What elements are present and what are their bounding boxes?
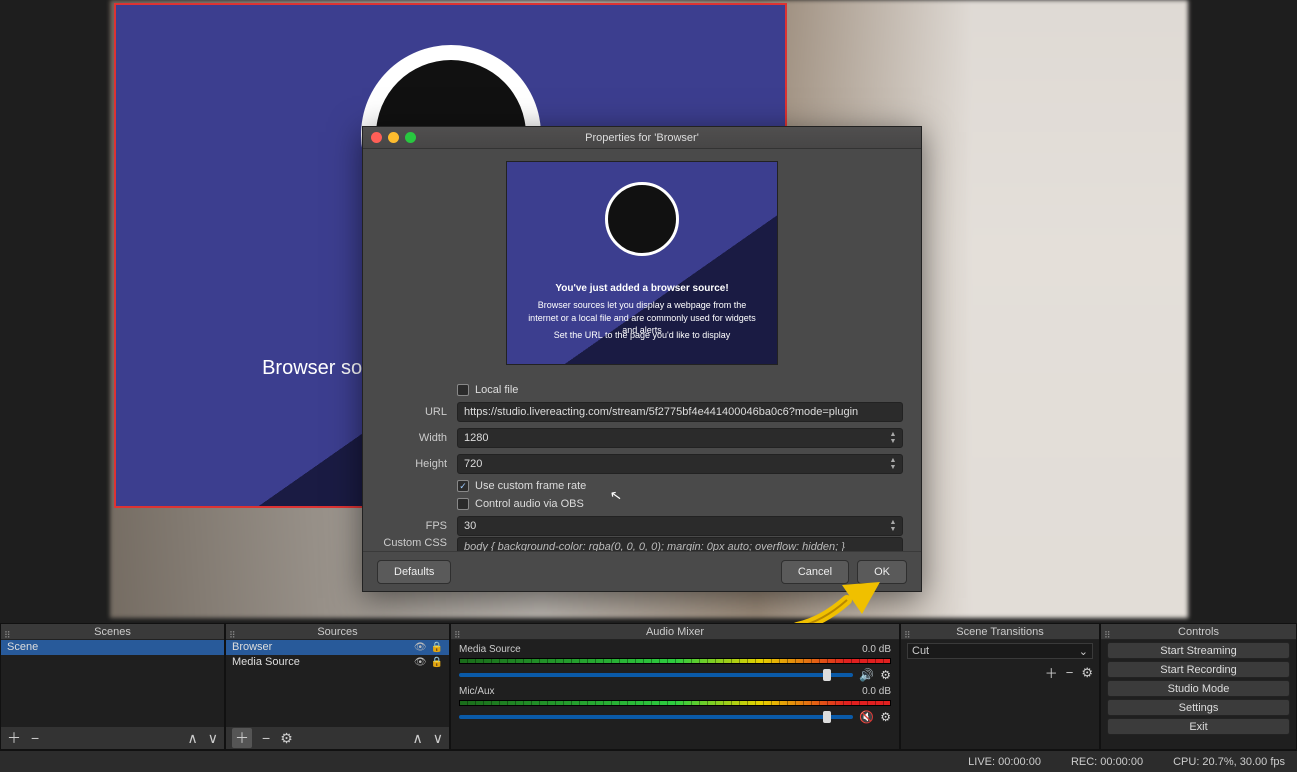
width-field[interactable]: 1280 ▲▼ — [457, 428, 903, 448]
audio-mixer-dock: ⠿Audio Mixer Media Source0.0 dB 🔊 ⚙ Mic/… — [450, 623, 900, 750]
minimize-icon[interactable] — [388, 132, 399, 143]
sources-title: Sources — [317, 626, 357, 638]
controls-title: Controls — [1178, 626, 1219, 638]
dialog-form: Local file URL https://studio.livereacti… — [363, 375, 921, 551]
obs-logo-icon — [605, 182, 679, 256]
source-item-media[interactable]: Media Source 👁🔒 — [226, 655, 449, 670]
source-down-button[interactable]: ∨ — [433, 730, 443, 747]
mixer-meter — [459, 700, 891, 706]
source-item-browser[interactable]: Browser 👁🔒 — [226, 640, 449, 655]
defaults-button[interactable]: Defaults — [377, 560, 451, 584]
dialog-footer: Defaults Cancel OK — [363, 551, 921, 591]
control-audio-checkbox[interactable] — [457, 498, 469, 510]
preview-hint: Set the URL to the page you'd like to di… — [507, 329, 777, 342]
fps-stepper[interactable]: ▲▼ — [886, 517, 900, 535]
lock-icon[interactable]: 🔒 — [431, 640, 443, 655]
ok-button[interactable]: OK — [857, 560, 907, 584]
fps-label: FPS — [381, 520, 457, 532]
scenes-dock: ⠿Scenes Scene ＋ − ∧ ∨ — [0, 623, 225, 750]
width-stepper[interactable]: ▲▼ — [886, 429, 900, 447]
eye-icon[interactable]: 👁 — [414, 655, 427, 670]
mute-icon[interactable]: 🔇 — [859, 710, 874, 724]
dialog-preview-area: You've just added a browser source! Brow… — [363, 149, 921, 375]
custom-framerate-checkbox[interactable] — [457, 480, 469, 492]
volume-slider[interactable] — [459, 715, 853, 719]
status-rec: REC: 00:00:00 — [1071, 756, 1143, 768]
fps-field[interactable]: 30 ▲▼ — [457, 516, 903, 536]
remove-scene-button[interactable]: − — [31, 730, 39, 746]
transitions-title: Scene Transitions — [956, 626, 1043, 638]
control-audio-label: Control audio via OBS — [475, 498, 584, 510]
mixer-title: Audio Mixer — [646, 626, 704, 638]
mixer-track-mic: Mic/Aux 0.0 dB 🔇 ⚙ — [451, 682, 899, 724]
lock-icon[interactable]: 🔒 — [431, 655, 443, 670]
scene-down-button[interactable]: ∨ — [208, 730, 218, 747]
transition-select[interactable]: Cut ⌄ — [907, 643, 1093, 659]
custom-framerate-label: Use custom frame rate — [475, 480, 586, 492]
preview-headline: You've just added a browser source! — [507, 282, 777, 296]
dialog-title: Properties for 'Browser' — [363, 132, 921, 144]
remove-source-button[interactable]: − — [262, 730, 270, 746]
eye-icon[interactable]: 👁 — [414, 640, 427, 655]
scene-item[interactable]: Scene — [1, 640, 224, 655]
controls-dock: ⠿Controls Start Streaming Start Recordin… — [1100, 623, 1297, 750]
status-cpu: CPU: 20.7%, 30.00 fps — [1173, 756, 1285, 768]
height-stepper[interactable]: ▲▼ — [886, 455, 900, 473]
height-label: Height — [381, 458, 457, 470]
url-field[interactable]: https://studio.livereacting.com/stream/5… — [457, 402, 903, 422]
url-label: URL — [381, 406, 457, 418]
close-icon[interactable] — [371, 132, 382, 143]
cancel-button[interactable]: Cancel — [781, 560, 849, 584]
scenes-title: Scenes — [94, 626, 131, 638]
track-settings-button[interactable]: ⚙ — [880, 668, 891, 682]
dialog-titlebar[interactable]: Properties for 'Browser' — [363, 127, 921, 149]
browser-source-preview: You've just added a browser source! Brow… — [506, 161, 778, 365]
add-source-button[interactable]: ＋ — [232, 728, 252, 748]
mixer-track-level: 0.0 dB — [862, 644, 891, 655]
status-bar: LIVE: 00:00:00 REC: 00:00:00 CPU: 20.7%,… — [0, 750, 1297, 772]
exit-button[interactable]: Exit — [1107, 718, 1290, 735]
mixer-meter — [459, 658, 891, 664]
mixer-track-name: Media Source — [459, 644, 521, 655]
chevron-down-icon: ⌄ — [1079, 645, 1088, 658]
browser-properties-dialog: Properties for 'Browser' You've just add… — [362, 126, 922, 592]
scenes-toolbar: ＋ − ∧ ∨ — [1, 727, 224, 749]
sources-toolbar: ＋ − ⚙ ∧ ∨ — [226, 727, 449, 749]
settings-button[interactable]: Settings — [1107, 699, 1290, 716]
scene-up-button[interactable]: ∧ — [188, 730, 198, 747]
source-settings-button[interactable]: ⚙ — [280, 730, 293, 747]
remove-transition-button[interactable]: − — [1066, 665, 1074, 680]
transitions-dock: ⠿Scene Transitions Cut ⌄ ＋ − ⚙ — [900, 623, 1100, 750]
mixer-track-media: Media Source 0.0 dB 🔊 ⚙ — [451, 640, 899, 682]
mixer-track-level: 0.0 dB — [862, 686, 891, 697]
sources-dock: ⠿Sources Browser 👁🔒 Media Source 👁🔒 ＋ − … — [225, 623, 450, 750]
zoom-icon[interactable] — [405, 132, 416, 143]
custom-css-field[interactable]: body { background-color: rgba(0, 0, 0, 0… — [457, 537, 903, 551]
add-transition-button[interactable]: ＋ — [1045, 663, 1058, 682]
source-up-button[interactable]: ∧ — [413, 730, 423, 747]
local-file-label: Local file — [475, 384, 518, 396]
track-settings-button[interactable]: ⚙ — [880, 710, 891, 724]
start-recording-button[interactable]: Start Recording — [1107, 661, 1290, 678]
custom-css-label: Custom CSS — [381, 537, 457, 549]
start-streaming-button[interactable]: Start Streaming — [1107, 642, 1290, 659]
speaker-icon[interactable]: 🔊 — [859, 668, 874, 682]
volume-slider[interactable] — [459, 673, 853, 677]
studio-mode-button[interactable]: Studio Mode — [1107, 680, 1290, 697]
dock-row: ⠿Scenes Scene ＋ − ∧ ∨ ⠿Sources Browser 👁… — [0, 623, 1297, 750]
status-live: LIVE: 00:00:00 — [968, 756, 1041, 768]
transition-settings-button[interactable]: ⚙ — [1081, 665, 1093, 681]
add-scene-button[interactable]: ＋ — [7, 728, 21, 748]
height-field[interactable]: 720 ▲▼ — [457, 454, 903, 474]
local-file-checkbox[interactable] — [457, 384, 469, 396]
mixer-track-name: Mic/Aux — [459, 686, 495, 697]
width-label: Width — [381, 432, 457, 444]
